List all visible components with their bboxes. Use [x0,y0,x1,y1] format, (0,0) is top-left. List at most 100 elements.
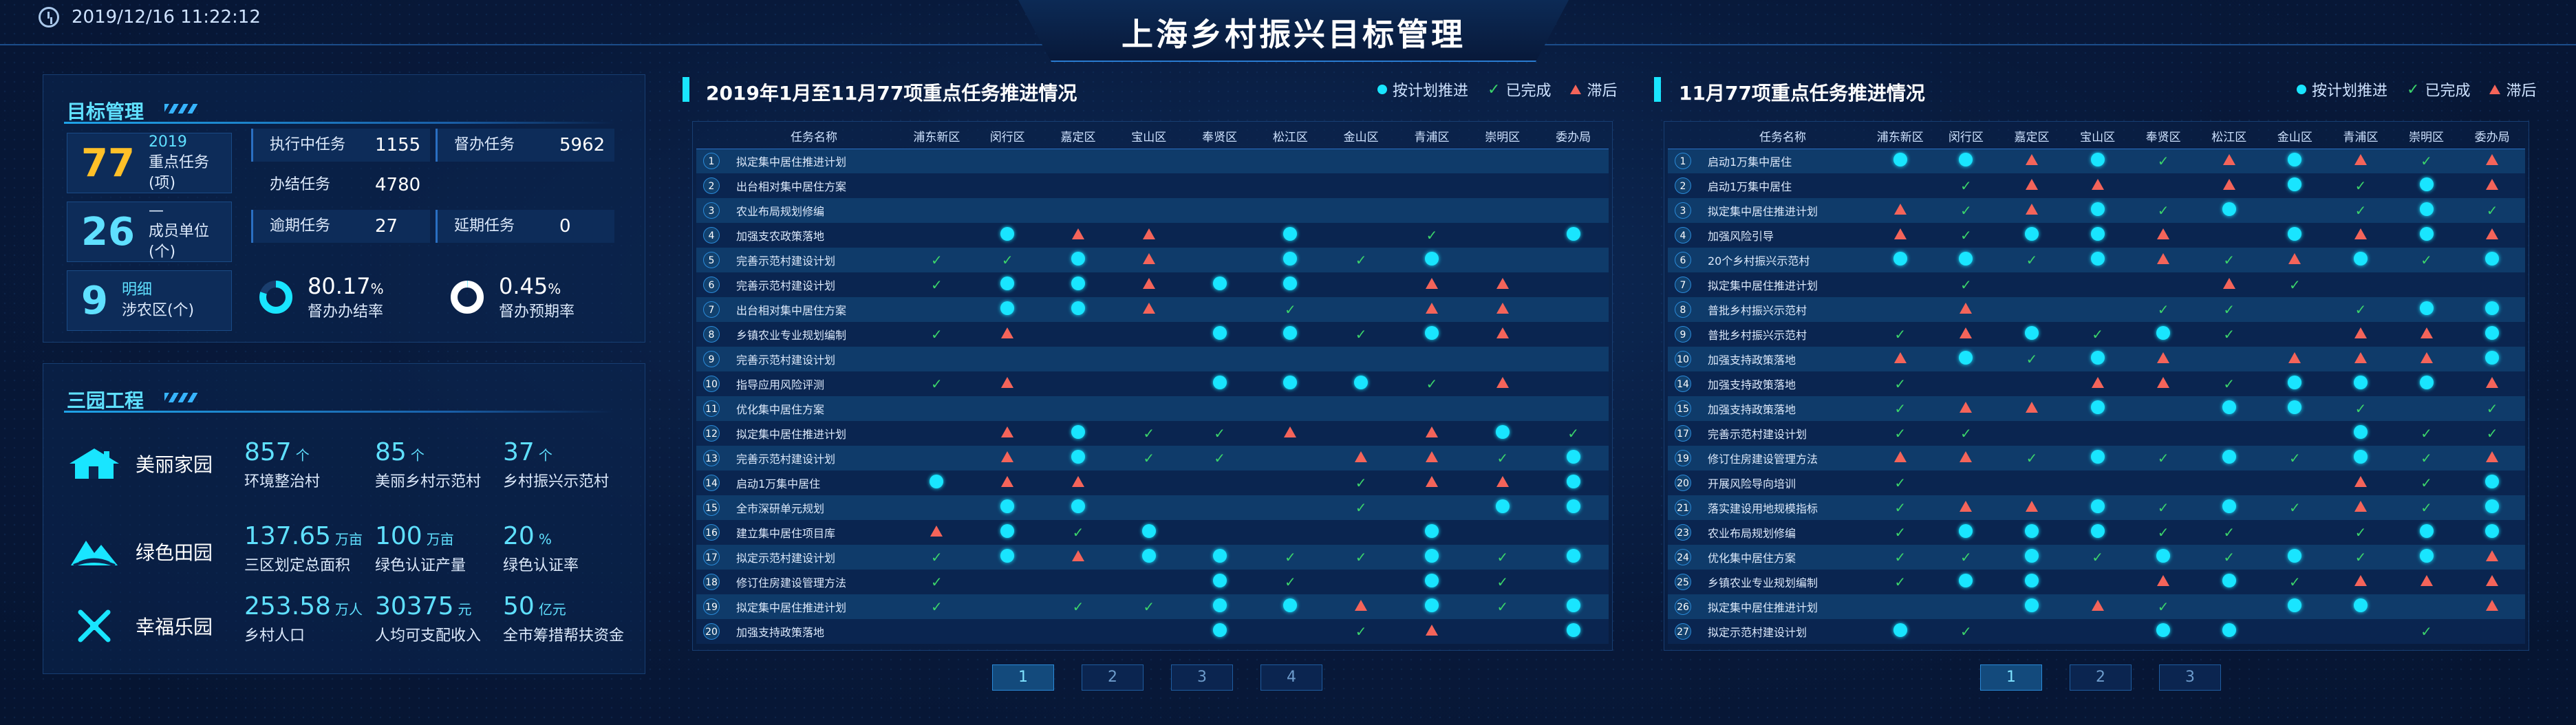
stat-overdue-value: 27 [375,216,398,237]
warning-triangle-icon [1893,204,1907,215]
table-row[interactable]: 6 20个乡村振兴示范村 ✓ ✓ ✓ [1668,248,2525,272]
table-row[interactable]: 18 修订住房建设管理方法 ✓ ✓ ✓ [696,570,1609,594]
table-row[interactable]: 25 乡镇农业专业规划编制 ✓ ✓ [1668,570,2525,594]
page-button[interactable]: 2 [1082,664,1144,691]
page-button[interactable]: 1 [992,664,1054,691]
page-button[interactable]: 3 [1171,664,1233,691]
check-icon: ✓ [2288,450,2301,466]
table-row[interactable]: 20 加强支持政策落地 ✓ [696,619,1609,644]
page-button[interactable]: 3 [2159,664,2221,691]
table-row[interactable]: 4 加强风险引导 ✓ [1668,223,2525,248]
planned-dot-icon [1000,499,1015,513]
warning-triangle-icon [2354,228,2367,239]
warning-triangle-icon [2486,451,2499,462]
table-row[interactable]: 17 拟定示范村建设计划 ✓ ✓ ✓ ✓ [696,545,1609,570]
status-cell [2459,173,2525,198]
status-cell [1933,248,1999,272]
status-cell [1254,223,1326,248]
table-row[interactable]: 21 落实建设用地规模指标 ✓ ✓ ✓ ✓ [1668,495,2525,520]
table-row[interactable]: 15 全市深研单元规划 ✓ [696,495,1609,520]
status-cell [2130,371,2196,396]
table-row[interactable]: 23 农业布局规划修编 ✓ ✓ ✓ ✓ [1668,520,2525,545]
status-cell [1042,322,1114,347]
check-icon: ✓ [1355,475,1367,491]
status-cell [2130,347,2196,371]
planned-dot-icon [1071,499,1085,513]
task-name-cell: 全市深研单元规划 [727,495,901,520]
park-row-green-field[interactable]: 绿色田园 [67,521,246,583]
table-row[interactable]: 7 拟定集中居住推进计划 ✓ ✓ [1668,272,2525,297]
table-row[interactable]: 16 建立集中居住项目库 ✓ [696,520,1609,545]
park-row-happy-park[interactable]: 幸福乐园 [67,595,246,657]
table-row[interactable]: 13 完善示范村建设计划 ✓ ✓ ✓ [696,446,1609,470]
table-row[interactable]: 1 拟定集中居住推进计划 [696,149,1609,173]
warning-triangle-icon [1425,476,1438,487]
table-row[interactable]: 1 启动1万集中居住 ✓ ✓ [1668,149,2525,173]
row-number-cell: 4 [696,223,727,248]
key-task-box[interactable]: 77 2019 重点任务(项) [67,133,232,193]
table-row[interactable]: 11 优化集中居住方案 [696,396,1609,421]
table-row[interactable]: 7 出台相对集中居住方案 ✓ [696,297,1609,322]
planned-dot-icon [1959,524,1973,538]
check-icon: ✓ [2157,524,2169,541]
park-row-beautiful-home[interactable]: 美丽家园 [67,433,246,495]
table-row[interactable]: 24 优化集中居住方案 ✓ ✓ ✓ ✓ ✓ [1668,545,2525,570]
table-row[interactable]: 2 出台相对集中居住方案 [696,173,1609,198]
park-stat-unit: 个 [538,447,552,464]
table-row[interactable]: 20 开展风险导向培训 ✓ ✓ [1668,470,2525,495]
table-row[interactable]: 10 加强支持政策落地 ✓ [1668,347,2525,371]
planned-dot-icon [2485,301,2500,315]
status-cell: ✓ [1254,545,1326,570]
status-cell [1538,470,1609,495]
status-cell [2393,520,2460,545]
table-row[interactable]: 10 指导应用风险评测 ✓ ✓ [696,371,1609,396]
status-cell [2393,570,2460,594]
status-cell [1184,272,1255,297]
row-number-badge: 6 [1675,252,1691,268]
table2-title-bar [1654,77,1661,102]
row-number-cell: 17 [696,545,727,570]
page-button[interactable]: 1 [1980,664,2042,691]
table-row[interactable]: 5 完善示范村建设计划 ✓ ✓ ✓ [696,248,1609,272]
check-icon: ✓ [2354,549,2367,565]
table-row[interactable]: 19 修订住房建设管理方法 ✓ ✓ ✓ ✓ [1668,446,2525,470]
status-cell: ✓ [1396,223,1468,248]
table-row[interactable]: 15 加强支持政策落地 ✓ ✓ ✓ [1668,396,2525,421]
table-row[interactable]: 2 启动1万集中居住 ✓ ✓ [1668,173,2525,198]
district-box[interactable]: 9 明细 涉农区(个) [67,270,232,331]
table-row[interactable]: 9 完善示范村建设计划 [696,347,1609,371]
table-row[interactable]: 8 乡镇农业专业规划编制 ✓ ✓ [696,322,1609,347]
task-name-cell: 加强风险引导 [1698,223,1867,248]
status-cell [1538,173,1609,198]
table-row[interactable]: 19 拟定集中居住推进计划 ✓ ✓ ✓ ✓ [696,594,1609,619]
table-row[interactable]: 12 拟定集中居住推进计划 ✓ ✓ ✓ [696,421,1609,446]
status-cell: ✓ [1042,594,1114,619]
table-row[interactable]: 14 加强支持政策落地 ✓ ✓ [1668,371,2525,396]
warning-triangle-icon [1142,278,1155,289]
table-row[interactable]: 9 普批乡村振兴示范村 ✓ ✓ ✓ [1668,322,2525,347]
table-row[interactable]: 4 加强支农政策落地 ✓ [696,223,1609,248]
refresh-icon[interactable] [39,7,59,28]
planned-dot-icon [2288,376,2302,389]
table-row[interactable]: 6 完善示范村建设计划 ✓ [696,272,1609,297]
table-row[interactable]: 17 完善示范村建设计划 ✓ ✓ ✓ ✓ [1668,421,2525,446]
page-button[interactable]: 2 [2070,664,2132,691]
page-button[interactable]: 4 [1260,664,1322,691]
member-unit-box[interactable]: 26 — 成员单位(个) [67,202,232,262]
member-unit-dash: — [148,202,164,219]
status-cell [1999,619,2065,644]
table-row[interactable]: 3 拟定集中居住推进计划 ✓ ✓ ✓ ✓ [1668,198,2525,223]
status-cell: ✓ [1867,371,1933,396]
header-cell: 浦东新区 [901,124,972,149]
table-row[interactable]: 8 普批乡村振兴示范村 ✓ ✓ ✓ [1668,297,2525,322]
status-cell [972,322,1043,347]
table-row[interactable]: 3 农业布局规划修编 [696,198,1609,223]
table-row[interactable]: 27 拟定示范村建设计划 ✓ ✓ [1668,619,2525,644]
status-cell [1933,371,1999,396]
table-row[interactable]: 26 拟定集中居住推进计划 ✓ [1668,594,2525,619]
status-cell [1396,619,1468,644]
district-detail-link[interactable]: 明细 [122,280,194,301]
status-cell [2064,594,2131,619]
table-row[interactable]: 14 启动1万集中居住 ✓ [696,470,1609,495]
status-cell [2459,545,2525,570]
